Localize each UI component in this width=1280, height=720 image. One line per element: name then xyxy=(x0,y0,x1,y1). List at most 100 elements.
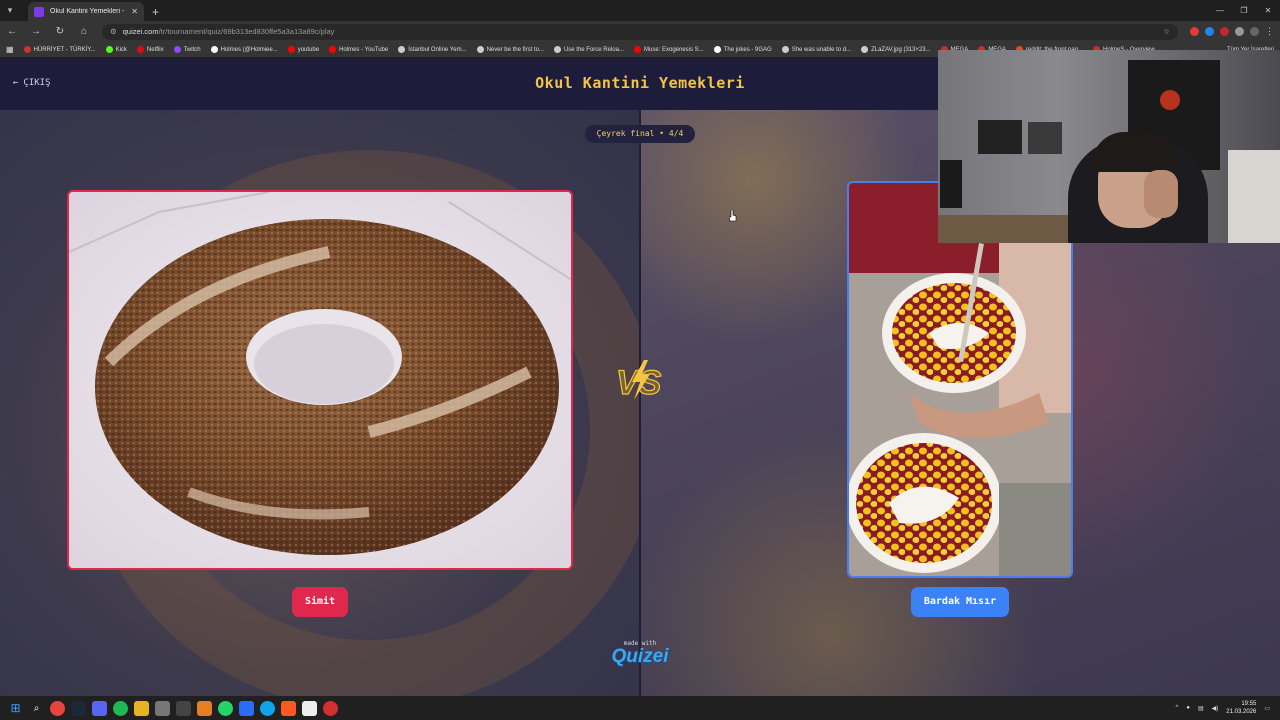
left-choice-card[interactable] xyxy=(67,190,573,570)
bookmark-item[interactable]: Kick xyxy=(105,46,127,53)
clock-time: 19:55 xyxy=(1241,701,1257,707)
bookmark-item[interactable]: Twitch xyxy=(173,46,201,53)
bookmark-favicon-icon xyxy=(861,46,869,53)
minimize-icon[interactable]: — xyxy=(1208,0,1232,21)
new-tab-icon[interactable]: + xyxy=(152,2,159,21)
picture-frame xyxy=(1028,122,1062,154)
app-icon[interactable] xyxy=(197,700,212,716)
apps-icon[interactable]: ▦ xyxy=(6,45,14,54)
tab-close-icon[interactable]: ✕ xyxy=(131,7,138,16)
bookmark-item[interactable]: She was unable to d... xyxy=(781,46,852,53)
bookmark-star-icon[interactable]: ☆ xyxy=(1163,27,1170,36)
bookmark-favicon-icon xyxy=(398,46,406,53)
maximize-icon[interactable]: ❐ xyxy=(1232,0,1256,21)
bookmark-favicon-icon xyxy=(553,46,561,53)
edge-icon[interactable] xyxy=(260,700,275,716)
search-icon[interactable]: ⌕ xyxy=(29,701,44,716)
bookmark-item[interactable]: Muse: Exogenesis S... xyxy=(633,46,704,53)
bookmark-favicon-icon xyxy=(476,46,484,53)
notepad-icon[interactable] xyxy=(302,700,317,716)
bookmark-item[interactable]: Netflix xyxy=(136,46,164,53)
forward-icon[interactable]: → xyxy=(30,26,42,37)
more-menu-icon[interactable]: ⋮ xyxy=(1265,26,1274,37)
tab-favicon-icon xyxy=(34,6,44,17)
bookmark-favicon-icon xyxy=(329,46,337,53)
url-host: quizei.com xyxy=(122,27,159,36)
extensions: ⋮ xyxy=(1190,26,1274,37)
system-tray: ^ ● ▤ ◀) 19:55 21.03.2026 ▭ xyxy=(1176,696,1270,720)
bookmark-item[interactable]: ZLaZAV.jpg (313×23... xyxy=(861,46,931,53)
discord-icon[interactable] xyxy=(92,700,107,716)
site-info-icon[interactable]: ⚙ xyxy=(110,27,117,36)
spotify-icon[interactable] xyxy=(113,700,128,716)
chair xyxy=(1228,150,1280,243)
whatsapp-icon[interactable] xyxy=(218,700,233,716)
bookmark-favicon-icon xyxy=(173,46,181,53)
right-choice-label[interactable]: Bardak Mısır xyxy=(911,587,1009,617)
brand-logo: Quizei xyxy=(611,646,669,667)
back-icon[interactable]: ← xyxy=(6,26,18,37)
bookmark-favicon-icon xyxy=(781,46,789,53)
bookmark-label: Holmes - YouTube xyxy=(339,46,389,53)
volume-icon[interactable]: ◀) xyxy=(1212,705,1219,712)
home-icon[interactable]: ⌂ xyxy=(78,26,90,37)
bookmark-item[interactable]: Holmes - YouTube xyxy=(329,46,388,53)
app-icon[interactable] xyxy=(176,700,191,716)
app-icon[interactable] xyxy=(281,700,296,716)
vs-icon: VS xyxy=(615,360,662,402)
windows-start-icon[interactable]: ⊞ xyxy=(8,701,23,716)
made-with-badge[interactable]: made with Quizei xyxy=(600,640,680,667)
file-explorer-icon[interactable] xyxy=(134,700,149,716)
chrome-icon[interactable] xyxy=(50,700,65,716)
bookmark-favicon-icon xyxy=(210,46,218,53)
bookmark-label: ZLaZAV.jpg (313×23... xyxy=(871,46,931,53)
tab-search-icon[interactable]: ▾ xyxy=(0,0,20,21)
shelf xyxy=(940,160,962,208)
left-choice-label[interactable]: Simit xyxy=(292,587,348,617)
microphone-icon[interactable]: ● xyxy=(1186,705,1190,711)
bookmark-item[interactable]: youtube xyxy=(287,46,320,53)
network-icon[interactable]: ▤ xyxy=(1198,705,1204,712)
bookmark-item[interactable]: Never be the first to... xyxy=(476,46,544,53)
url-field[interactable]: ⚙ quizei.com/tr/tournament/quiz/69b313ed… xyxy=(102,23,1178,40)
reload-icon[interactable]: ↻ xyxy=(54,26,66,37)
bookmark-label: Holmes (@Holmiee... xyxy=(220,46,278,53)
bookmark-item[interactable]: The jokes - 9GAG xyxy=(713,46,772,53)
bookmark-label: HÜRRİYET - TÜRKİY... xyxy=(33,46,96,53)
bookmark-favicon-icon xyxy=(105,46,113,53)
app-icon[interactable] xyxy=(239,700,254,716)
bookmark-label: Use the Force Reloa... xyxy=(563,46,624,53)
tab-title: Okul Kantini Yemekleri - Tier Li... xyxy=(50,8,125,15)
bookmark-item[interactable]: Holmes (@Holmiee... xyxy=(210,46,278,53)
bookmark-label: Never be the first to... xyxy=(486,46,544,53)
bookmark-label: She was unable to d... xyxy=(791,46,852,53)
bookmark-item[interactable]: HÜRRİYET - TÜRKİY... xyxy=(23,46,96,53)
address-bar-row: ← → ↻ ⌂ ⚙ quizei.com/tr/tournament/quiz/… xyxy=(0,21,1280,42)
extensions-puzzle-icon[interactable] xyxy=(1235,27,1244,36)
extension-icon[interactable] xyxy=(1205,27,1214,36)
webcam-overlay xyxy=(938,50,1280,243)
bookmark-label: youtube xyxy=(297,46,320,53)
browser-tab[interactable]: Okul Kantini Yemekleri - Tier Li... ✕ xyxy=(28,2,144,21)
close-window-icon[interactable]: ✕ xyxy=(1256,0,1280,21)
url-path: /tr/tournament/quiz/69b313ed830ffe5a3a13… xyxy=(158,27,335,36)
extension-icon[interactable] xyxy=(1220,27,1229,36)
bookmark-item[interactable]: İstanbul Online Yem... xyxy=(398,46,467,53)
notification-icon[interactable]: ▭ xyxy=(1264,705,1270,712)
round-badge: Çeyrek final • 4/4 xyxy=(585,125,695,143)
bookmark-favicon-icon xyxy=(23,46,31,53)
window-controls: — ❐ ✕ xyxy=(1208,0,1280,21)
profile-avatar-icon[interactable] xyxy=(1250,27,1259,36)
clock[interactable]: 19:55 21.03.2026 xyxy=(1226,700,1256,716)
bookmark-favicon-icon xyxy=(713,46,721,53)
settings-icon[interactable] xyxy=(155,700,170,716)
bookmark-favicon-icon xyxy=(633,46,641,53)
chevron-up-icon[interactable]: ^ xyxy=(1176,705,1179,711)
app-icon[interactable] xyxy=(323,700,338,716)
bookmark-label: Kick xyxy=(115,46,127,53)
extension-icon[interactable] xyxy=(1190,27,1199,36)
bookmark-label: Muse: Exogenesis S... xyxy=(643,46,704,53)
bookmark-favicon-icon xyxy=(287,46,295,53)
steam-icon[interactable] xyxy=(71,700,86,716)
bookmark-item[interactable]: Use the Force Reloa... xyxy=(553,46,624,53)
